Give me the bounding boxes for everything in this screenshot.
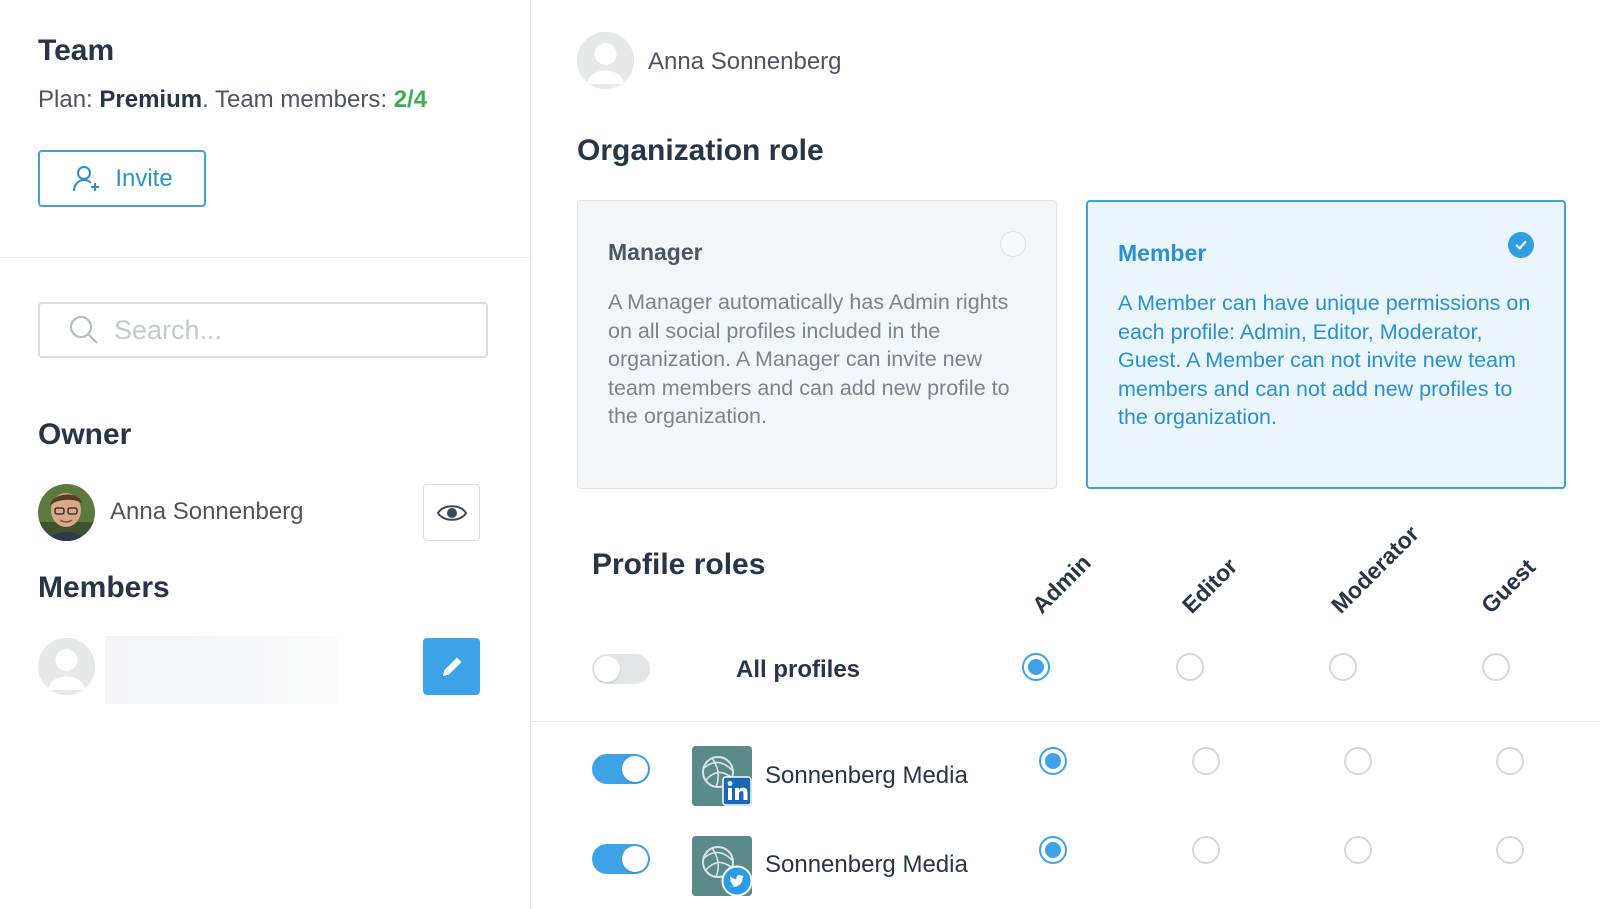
pencil-icon — [442, 657, 461, 676]
invite-label: Invite — [115, 164, 173, 192]
members-count: 2/4 — [393, 86, 428, 113]
profile-avatar-linkedin — [692, 746, 752, 806]
column-admin: Admin — [1026, 549, 1096, 619]
all-profiles-label: All profiles — [736, 656, 861, 683]
profile-1-admin-radio[interactable] — [1039, 747, 1067, 775]
selected-user-name: Anna Sonnenberg — [648, 48, 842, 75]
member-row[interactable] — [38, 636, 480, 704]
owner-avatar — [38, 484, 95, 541]
organization-role-heading: Organization role — [577, 134, 824, 167]
twitter-icon — [721, 865, 753, 897]
team-sidebar: Team Plan: Premium. Team members: 2/4 In… — [0, 0, 531, 909]
owner-row: Anna Sonnenberg — [38, 484, 480, 542]
eye-icon — [436, 504, 467, 521]
role-radio-selected[interactable] — [1508, 232, 1534, 258]
invite-button[interactable]: Invite — [38, 150, 206, 207]
profile-name: Sonnenberg Media — [765, 851, 968, 878]
profile-2-guest-radio[interactable] — [1496, 836, 1524, 864]
plan-info: Plan: Premium. Team members: 2/4 — [38, 86, 427, 114]
plan-label: Plan: — [38, 86, 93, 113]
toggle-knob — [622, 756, 648, 782]
all-profiles-editor-radio[interactable] — [1176, 653, 1204, 681]
profile-1-moderator-radio[interactable] — [1344, 747, 1372, 775]
search-icon — [69, 315, 98, 344]
profile-toggle-linkedin[interactable] — [592, 754, 650, 784]
column-editor: Editor — [1176, 552, 1243, 619]
linkedin-icon — [722, 776, 752, 806]
all-profiles-guest-radio[interactable] — [1482, 653, 1510, 681]
role-title: Manager — [608, 239, 703, 265]
owner-heading: Owner — [38, 418, 132, 451]
profile-2-admin-radio[interactable] — [1039, 836, 1067, 864]
plan-name: Premium — [99, 86, 203, 113]
toggle-knob — [622, 846, 648, 872]
search-input[interactable] — [114, 314, 454, 346]
divider — [0, 257, 531, 258]
profile-2-moderator-radio[interactable] — [1344, 836, 1372, 864]
column-moderator: Moderator — [1325, 520, 1424, 619]
profile-roles-heading: Profile roles — [592, 548, 766, 581]
role-radio[interactable] — [1000, 231, 1026, 257]
member-name-placeholder — [105, 636, 337, 704]
profile-1-guest-radio[interactable] — [1496, 747, 1524, 775]
profile-avatar-twitter — [692, 836, 753, 897]
check-icon — [1515, 240, 1527, 250]
profile-2-editor-radio[interactable] — [1192, 836, 1220, 864]
role-title: Member — [1118, 240, 1207, 266]
role-card-member[interactable]: Member A Member can have unique permissi… — [1086, 200, 1566, 489]
role-card-manager[interactable]: Manager A Manager automatically has Admi… — [577, 200, 1057, 489]
role-description: A Member can have unique permissions on … — [1118, 291, 1531, 430]
all-profiles-moderator-radio[interactable] — [1329, 653, 1357, 681]
members-heading: Members — [38, 571, 170, 604]
avatar — [38, 638, 95, 695]
all-profiles-toggle[interactable] — [592, 654, 650, 684]
search-box[interactable] — [38, 302, 488, 358]
divider — [532, 721, 1600, 722]
members-label: . Team members: — [202, 86, 388, 113]
profile-toggle-twitter[interactable] — [592, 844, 650, 874]
add-user-icon — [73, 165, 100, 191]
owner-name: Anna Sonnenberg — [110, 498, 304, 525]
team-title: Team — [38, 34, 115, 67]
avatar — [577, 32, 634, 89]
view-owner-button[interactable] — [423, 484, 480, 541]
column-guest: Guest — [1475, 553, 1541, 619]
toggle-knob — [594, 656, 620, 682]
edit-member-button[interactable] — [423, 638, 480, 695]
profile-1-editor-radio[interactable] — [1192, 747, 1220, 775]
role-description: A Manager automatically has Admin rights… — [608, 290, 1010, 429]
profile-name: Sonnenberg Media — [765, 762, 968, 789]
all-profiles-admin-radio[interactable] — [1022, 653, 1050, 681]
